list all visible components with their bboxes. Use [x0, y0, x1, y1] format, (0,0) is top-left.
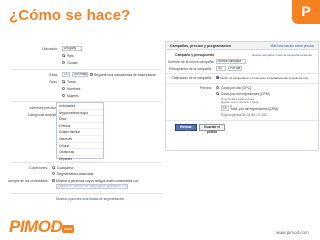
age-exact-label: Requerir una coincidencia de edad exacta: [94, 73, 156, 77]
sex-men-label: Hombres: [67, 87, 81, 91]
pricing-help-link[interactable]: Más información sobre precios: [271, 44, 314, 48]
broad-categories-list: Actividades Negocios/tecnología Ética Ev…: [56, 102, 104, 163]
schedule-checkbox[interactable]: [216, 76, 219, 79]
connections-any-radio[interactable]: [52, 166, 55, 169]
location-field[interactable]: Uruguay: [62, 46, 82, 51]
pricing-cpc-radio[interactable]: [216, 86, 219, 89]
age-from-select[interactable]: 14: [62, 72, 70, 77]
brand-badge: com: [62, 225, 74, 233]
corner-logo-icon: P: [292, 0, 320, 24]
age-label: Edad:: [49, 73, 58, 77]
connections-any-label: Cualquiera: [57, 166, 73, 170]
divider: [10, 162, 162, 163]
slide: ¿Cómo se hace? P Ubicación: Uruguay País…: [0, 0, 320, 240]
location-country-label: País: [67, 54, 74, 58]
location-city-label: Ciudad: [67, 61, 78, 65]
pimod-logo: PIMOD: [9, 217, 63, 236]
campaign-title: Campañas, precios y programación: [170, 44, 231, 48]
budget-period-select[interactable]: Por día: [228, 66, 242, 71]
advanced-targeting-link[interactable]: Mostrar opciones avanzadas de segmentaci…: [56, 197, 124, 201]
friends-option-label: Mostrar a personas cuyos amigos estén co…: [56, 179, 139, 183]
list-item[interactable]: Celular: [57, 143, 103, 150]
max-bid-input[interactable]: 14: [221, 106, 229, 111]
suggested-bid: Puja sugerida:$0,04-$0,10 USD: [221, 113, 268, 117]
location-label: Ubicación:: [42, 47, 58, 51]
schedule-label: Calendario de la campaña:: [171, 76, 212, 80]
sex-label: Sexo:: [49, 80, 58, 84]
list-item[interactable]: Eventos: [57, 123, 103, 130]
pricing-cpm-radio[interactable]: [216, 92, 219, 95]
divider: [166, 73, 320, 74]
slide-heading: ¿Cómo se hace?: [9, 7, 131, 24]
max-bid-label: Máx. por mil impresiones (CPM): [231, 107, 279, 111]
friends-label: Amigos de los conectados:: [8, 179, 49, 183]
campaign-name-input[interactable]: Nueva campaña: [216, 59, 246, 64]
sex-women-label: Mujeres: [67, 94, 79, 98]
age-to-select[interactable]: Sin máximo: [72, 72, 88, 77]
campaign-switch-link[interactable]: Nueva campaña - Usar la campaña existent…: [252, 53, 312, 57]
list-item[interactable]: Ocasionas: [57, 149, 103, 156]
pricing-cpc-label: Costo por clic (CPC): [221, 86, 252, 90]
friends-input[interactable]: Ingresa el nombre de una página, aplicac…: [56, 184, 128, 189]
connections-label: Conexiones:: [29, 166, 48, 170]
connections-advanced-label: Segmentación avanzada: [57, 172, 94, 176]
campaign-section-title: Campaña y presupuesto: [175, 53, 215, 57]
broad-categories-label: Categorías amplias:: [27, 113, 58, 117]
divider: [10, 193, 162, 194]
campaign-name-label: Nombre de la nueva campaña:: [168, 60, 215, 64]
sex-all-label: Todos: [67, 80, 76, 84]
sex-men-radio[interactable]: [62, 87, 65, 90]
review-order-button[interactable]: Revisar pedido: [175, 124, 197, 134]
list-item[interactable]: Negocios/tecnología: [57, 110, 103, 117]
schedule-option-label: Iniciar mi campaña en el momento inmedia…: [220, 76, 309, 80]
sex-all-radio[interactable]: [62, 80, 65, 83]
pricing-label: Precios:: [199, 86, 212, 90]
save-order-button[interactable]: Guardar el pedido: [199, 124, 225, 134]
location-country-radio[interactable]: [62, 54, 65, 57]
list-item[interactable]: Intereses: [57, 136, 103, 143]
list-item[interactable]: Actividades: [57, 103, 103, 110]
divider: [10, 69, 162, 70]
budget-input[interactable]: 50: [216, 66, 226, 71]
divider: [166, 120, 320, 121]
sex-women-radio[interactable]: [62, 94, 65, 97]
list-item[interactable]: Ética: [57, 116, 103, 123]
website-url: www.pimod.com: [276, 230, 309, 235]
list-item[interactable]: Estado familiar: [57, 129, 103, 136]
budget-label: Presupuesto de la campaña:: [168, 67, 212, 71]
divider: [166, 83, 320, 84]
location-city-radio[interactable]: [62, 61, 65, 64]
connections-advanced-radio[interactable]: [52, 172, 55, 175]
friends-checkbox[interactable]: [52, 179, 55, 182]
pricing-cpm-label: Costo por mil impresiones (CPM): [221, 92, 270, 96]
campaign-panel: Campañas, precios y programación Más inf…: [165, 41, 320, 151]
age-exact-checkbox[interactable]: [90, 73, 93, 76]
interests-label: Intereses precisos:: [29, 106, 58, 110]
